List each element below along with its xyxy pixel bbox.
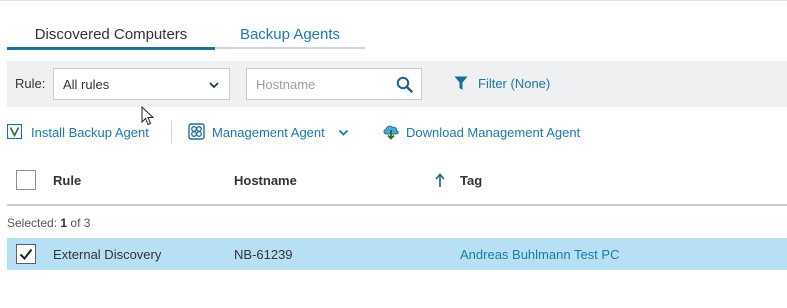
header-divider [7, 204, 787, 206]
install-backup-agent-label: Install Backup Agent [31, 125, 149, 140]
selection-prefix: Selected: [7, 216, 61, 230]
search-icon[interactable] [396, 76, 413, 93]
management-agent-icon [188, 123, 205, 140]
sort-ascending-icon[interactable] [434, 172, 446, 188]
column-header-rule[interactable]: Rule [53, 173, 81, 188]
chevron-down-icon [338, 129, 349, 136]
row-checkbox[interactable] [16, 244, 36, 264]
selection-suffix: of 3 [67, 216, 91, 230]
cell-hostname: NB-61239 [234, 247, 293, 262]
rule-select[interactable]: All rules [53, 68, 230, 100]
column-header-hostname[interactable]: Hostname [234, 173, 297, 188]
hostname-input[interactable] [247, 69, 387, 99]
column-header-tag[interactable]: Tag [460, 173, 482, 188]
filter-bar: Rule: All rules Filter (None) [7, 61, 787, 107]
cell-rule: External Discovery [53, 247, 162, 262]
management-agent-label: Management Agent [212, 125, 325, 140]
filter-label: Filter (None) [478, 76, 551, 91]
funnel-icon [454, 76, 468, 90]
toolbar-separator [171, 120, 172, 144]
checkmark-icon [19, 248, 33, 261]
rule-label: Rule: [15, 76, 46, 91]
tab-backup-agents[interactable]: Backup Agents [215, 24, 365, 49]
selection-summary: Selected: 1 of 3 [7, 216, 90, 230]
mouse-pointer-icon [141, 106, 155, 126]
top-border [0, 0, 787, 1]
select-all-checkbox[interactable] [16, 170, 36, 190]
download-management-agent-label: Download Management Agent [406, 125, 581, 140]
install-agent-icon [7, 124, 22, 139]
cell-tag-link[interactable]: Andreas Buhlmann Test PC [460, 247, 619, 262]
tab-discovered-computers[interactable]: Discovered Computers [7, 24, 215, 50]
hostname-search-field [246, 68, 422, 100]
rule-select-value: All rules [63, 77, 110, 92]
chevron-down-icon [209, 82, 219, 89]
table-row[interactable]: External Discovery NB-61239 Andreas Buhl… [7, 238, 787, 270]
cloud-download-icon [383, 125, 399, 140]
